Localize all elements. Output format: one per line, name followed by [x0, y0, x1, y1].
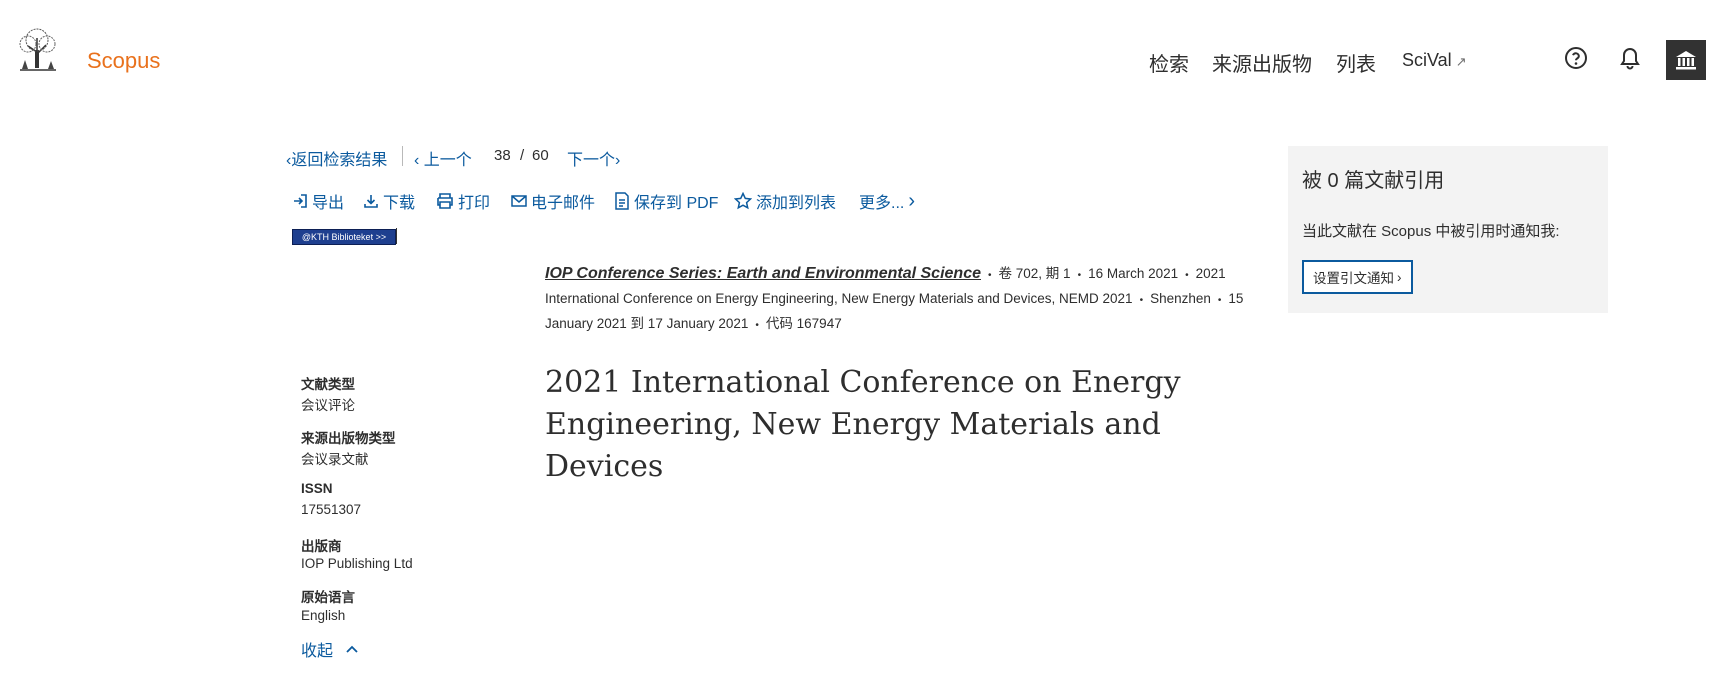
- source-volume: 卷 702, 期 1: [998, 266, 1071, 281]
- star-icon: [734, 192, 752, 210]
- language-value: English: [301, 608, 346, 623]
- bullet: •: [755, 320, 759, 331]
- institution-icon: [1676, 51, 1696, 70]
- more-button[interactable]: 更多... ›: [859, 189, 915, 213]
- export-label: 导出: [312, 195, 345, 212]
- result-current: 38: [494, 147, 511, 164]
- bullet: •: [1217, 295, 1222, 306]
- more-label: 更多...: [859, 195, 905, 212]
- bullet: •: [1077, 270, 1082, 281]
- export-icon: [294, 194, 307, 208]
- cited-by-title: 被 0 篇文献引用: [1302, 170, 1445, 192]
- pdf-icon: [615, 192, 629, 210]
- result-total: 60: [532, 147, 549, 164]
- print-button[interactable]: 打印: [436, 189, 490, 213]
- bullet: •: [988, 270, 992, 281]
- chevron-left-icon: ‹: [414, 152, 420, 169]
- nav-sources[interactable]: 来源出版物: [1212, 48, 1312, 77]
- source-title-link[interactable]: IOP Conference Series: Earth and Environ…: [545, 265, 981, 282]
- source-info: IOP Conference Series: Earth and Environ…: [545, 262, 1260, 337]
- collapse-label: 收起: [301, 643, 334, 660]
- prev-result-label: 上一个: [423, 152, 472, 169]
- citation-notify-text: 当此文献在 Scopus 中被引用时通知我:: [1302, 223, 1560, 240]
- publisher-value: IOP Publishing Ltd: [301, 556, 413, 571]
- external-link-icon: ↗: [1455, 54, 1467, 69]
- bullet: •: [1185, 270, 1189, 281]
- language-label: 原始语言: [301, 590, 355, 605]
- document-title-line-2: Engineering, New Energy Materials and De…: [545, 407, 1161, 484]
- conference-location: Shenzhen: [1150, 291, 1211, 306]
- back-to-results-link[interactable]: ‹返回检索结果: [286, 146, 387, 170]
- add-to-list-button[interactable]: 添加到列表: [734, 189, 836, 213]
- chevron-right-icon: ›: [908, 190, 916, 212]
- help-icon[interactable]: [1562, 44, 1590, 72]
- export-button[interactable]: 导出: [292, 189, 344, 213]
- nav-search[interactable]: 检索: [1149, 48, 1189, 77]
- add-to-list-label: 添加到列表: [756, 195, 837, 212]
- next-result-link[interactable]: 下一个›: [567, 146, 620, 170]
- download-label: 下载: [383, 195, 416, 212]
- nav-scival[interactable]: SciVal ↗: [1402, 50, 1467, 71]
- set-citation-alert-label: 设置引文通知: [1313, 271, 1394, 286]
- email-icon: [511, 195, 527, 207]
- source-type-label: 来源出版物类型: [301, 431, 396, 446]
- bell-icon[interactable]: [1616, 44, 1644, 72]
- kth-library-link[interactable]: @KTH Biblioteket >>: [292, 229, 396, 245]
- conference-code: 代码 167947: [765, 316, 842, 331]
- issn-value: 17551307: [301, 502, 362, 517]
- chevron-up-icon: [346, 645, 358, 653]
- text-cursor: [396, 228, 397, 244]
- save-pdf-button[interactable]: 保存到 PDF: [614, 189, 718, 213]
- nav-scival-label: SciVal: [1402, 50, 1452, 70]
- prev-result-link[interactable]: ‹ 上一个: [414, 146, 472, 170]
- print-icon: [437, 193, 453, 209]
- email-label: 电子邮件: [531, 195, 596, 212]
- elsevier-logo[interactable]: [12, 26, 62, 72]
- publisher-label: 出版商: [301, 539, 342, 554]
- bullet: •: [1139, 295, 1144, 306]
- back-to-results-label: 返回检索结果: [291, 152, 388, 169]
- doc-type-label: 文献类型: [301, 377, 355, 392]
- issn-label: ISSN: [301, 481, 333, 496]
- doc-type-value: 会议评论: [301, 398, 355, 413]
- set-citation-alert-button[interactable]: 设置引文通知 ›: [1302, 260, 1413, 294]
- collapse-button[interactable]: 收起: [301, 637, 359, 661]
- print-label: 打印: [458, 195, 491, 212]
- scopus-brand[interactable]: Scopus: [87, 48, 160, 74]
- chevron-right-icon: ›: [615, 152, 621, 169]
- download-button[interactable]: 下载: [363, 189, 415, 213]
- document-title: 2021 International Conference on Energy …: [545, 362, 1265, 488]
- download-icon: [364, 195, 378, 208]
- chevron-right-icon: ›: [1397, 269, 1402, 285]
- result-separator: /: [520, 147, 525, 164]
- email-button[interactable]: 电子邮件: [511, 189, 595, 213]
- divider: [402, 146, 403, 166]
- source-type-value: 会议录文献: [301, 452, 369, 467]
- save-pdf-label: 保存到 PDF: [634, 195, 719, 212]
- institution-button[interactable]: [1666, 40, 1706, 80]
- nav-lists[interactable]: 列表: [1336, 48, 1376, 77]
- document-title-line-1: 2021 International Conference on Energy: [545, 365, 1181, 400]
- next-result-label: 下一个: [567, 152, 616, 169]
- source-date: 16 March 2021: [1088, 266, 1179, 281]
